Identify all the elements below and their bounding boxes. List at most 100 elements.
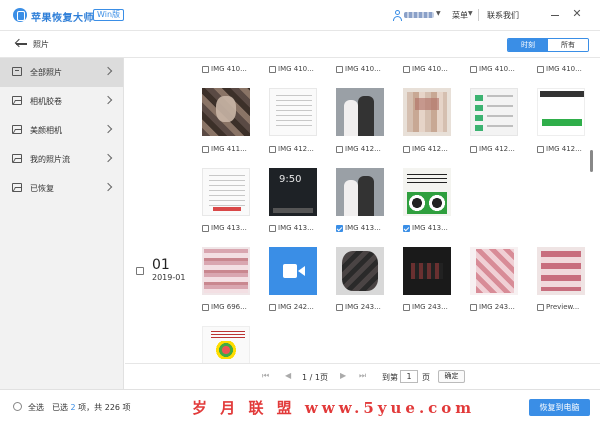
photo-thumbnail[interactable] bbox=[336, 88, 384, 136]
photo-item[interactable]: IMG 410... bbox=[336, 65, 381, 73]
photo-item[interactable]: IMG 412... bbox=[336, 145, 381, 153]
sidebar-item-recovered[interactable]: 已恢复 bbox=[0, 174, 123, 203]
first-page-icon[interactable]: ⏮ bbox=[262, 371, 269, 381]
photo-item[interactable]: IMG 242... bbox=[269, 303, 314, 311]
photo-checkbox[interactable] bbox=[470, 145, 477, 153]
photo-checkbox[interactable] bbox=[202, 65, 209, 73]
photo-item[interactable]: IMG 412... bbox=[470, 145, 515, 153]
photo-thumbnail[interactable] bbox=[470, 247, 518, 295]
photo-item[interactable]: IMG 413... bbox=[269, 224, 314, 232]
photo-item[interactable]: IMG 410... bbox=[403, 65, 448, 73]
photo-item[interactable]: IMG 243... bbox=[403, 303, 448, 311]
tab-all[interactable]: 所有 bbox=[548, 39, 588, 51]
photo-thumbnail[interactable] bbox=[202, 247, 250, 295]
menu-dropdown-icon[interactable]: ▼ bbox=[468, 10, 473, 17]
photo-thumbnail[interactable] bbox=[202, 88, 250, 136]
photo-filename: IMG 410... bbox=[211, 65, 247, 73]
photo-item[interactable]: IMG 413... bbox=[336, 224, 381, 232]
select-all-radio[interactable] bbox=[13, 402, 22, 411]
selection-suffix: 项，共 226 项 bbox=[75, 403, 131, 412]
photo-filename: IMG 410... bbox=[479, 65, 515, 73]
photo-item[interactable]: IMG 413... bbox=[403, 224, 448, 232]
page-number-input[interactable]: 1 bbox=[400, 370, 418, 383]
account-dropdown-icon[interactable]: ▼ bbox=[436, 10, 441, 17]
photo-item[interactable]: IMG 410... bbox=[537, 65, 582, 73]
photo-item[interactable]: IMG 413... bbox=[202, 224, 247, 232]
photo-filename: IMG 243... bbox=[479, 303, 515, 311]
photo-item[interactable]: IMG 243... bbox=[470, 303, 515, 311]
photo-checkbox-checked[interactable] bbox=[336, 224, 343, 232]
photo-checkbox[interactable] bbox=[202, 224, 209, 232]
image-icon bbox=[12, 154, 22, 163]
photo-thumbnail[interactable] bbox=[403, 247, 451, 295]
pagination: ⏮ ◀ 1 / 1页 ▶ ⏭ 到第 1 页 确定 bbox=[125, 363, 600, 389]
photo-checkbox[interactable] bbox=[537, 145, 544, 153]
photo-checkbox[interactable] bbox=[537, 303, 544, 311]
photo-thumbnail[interactable] bbox=[336, 168, 384, 216]
photo-item[interactable]: IMG 412... bbox=[269, 145, 314, 153]
photo-thumbnail[interactable] bbox=[202, 326, 250, 363]
photo-checkbox[interactable] bbox=[336, 65, 343, 73]
photo-item[interactable]: IMG 412... bbox=[537, 145, 582, 153]
photo-checkbox[interactable] bbox=[403, 145, 410, 153]
goto-confirm-button[interactable]: 确定 bbox=[438, 370, 465, 383]
photo-checkbox[interactable] bbox=[537, 65, 544, 73]
close-icon[interactable]: ✕ bbox=[571, 8, 583, 20]
prev-page-icon[interactable]: ◀ bbox=[285, 371, 291, 380]
sidebar-item-photo-stream[interactable]: 我的照片流 bbox=[0, 145, 123, 174]
photo-checkbox[interactable] bbox=[269, 65, 276, 73]
photo-thumbnail[interactable] bbox=[202, 168, 250, 216]
photo-checkbox[interactable] bbox=[202, 145, 209, 153]
tab-moments[interactable]: 时刻 bbox=[508, 39, 548, 51]
photo-thumbnail[interactable] bbox=[269, 168, 317, 216]
sub-header: 照片 时刻 所有 bbox=[0, 31, 600, 58]
date-group-checkbox[interactable] bbox=[136, 267, 144, 275]
recover-to-computer-button[interactable]: 恢复到电脑 bbox=[529, 399, 590, 416]
photo-thumbnail[interactable] bbox=[470, 88, 518, 136]
photo-thumbnail[interactable] bbox=[269, 88, 317, 136]
photo-checkbox[interactable] bbox=[470, 303, 477, 311]
photo-checkbox[interactable] bbox=[403, 303, 410, 311]
sidebar-item-camera-roll[interactable]: 相机胶卷 bbox=[0, 87, 123, 116]
photo-item[interactable]: IMG 410... bbox=[269, 65, 314, 73]
last-page-icon[interactable]: ⏭ bbox=[359, 371, 366, 381]
photo-checkbox[interactable] bbox=[470, 65, 477, 73]
photo-checkbox[interactable] bbox=[269, 303, 276, 311]
sidebar-item-beauty-camera[interactable]: 美颜相机 bbox=[0, 116, 123, 145]
minimize-icon[interactable] bbox=[549, 8, 561, 20]
image-icon bbox=[12, 183, 22, 192]
photo-item[interactable]: IMG 696... bbox=[202, 303, 247, 311]
photo-item[interactable]: IMG 243... bbox=[336, 303, 381, 311]
photo-checkbox[interactable] bbox=[403, 65, 410, 73]
photo-thumbnail[interactable] bbox=[403, 88, 451, 136]
back-arrow-icon[interactable] bbox=[14, 38, 27, 50]
photo-filename: IMG 410... bbox=[278, 65, 314, 73]
user-icon[interactable] bbox=[392, 10, 402, 21]
photo-checkbox[interactable] bbox=[269, 145, 276, 153]
scrollbar[interactable] bbox=[590, 150, 593, 172]
photo-checkbox-checked[interactable] bbox=[403, 224, 410, 232]
photo-item[interactable]: IMG 410... bbox=[470, 65, 515, 73]
sidebar-item-all-photos[interactable]: 全部照片 bbox=[0, 58, 123, 87]
app-title: 苹果恢复大师 bbox=[31, 13, 94, 24]
photo-item[interactable]: Preview... bbox=[537, 303, 579, 311]
photo-item[interactable]: IMG 411... bbox=[202, 145, 247, 153]
photo-item[interactable]: IMG 410... bbox=[202, 65, 247, 73]
photo-thumbnail[interactable] bbox=[537, 88, 585, 136]
photo-checkbox[interactable] bbox=[336, 145, 343, 153]
photo-item[interactable]: IMG 412... bbox=[403, 145, 448, 153]
photo-thumbnail[interactable] bbox=[336, 247, 384, 295]
next-page-icon[interactable]: ▶ bbox=[340, 371, 346, 380]
user-account-masked[interactable] bbox=[404, 12, 434, 18]
video-thumbnail[interactable] bbox=[269, 247, 317, 295]
contact-us-link[interactable]: 联系我们 bbox=[487, 10, 519, 21]
photo-thumbnail[interactable] bbox=[537, 247, 585, 295]
photo-checkbox[interactable] bbox=[336, 303, 343, 311]
select-all-label[interactable]: 全选 bbox=[28, 402, 44, 413]
menu-button[interactable]: 菜单 bbox=[452, 10, 468, 21]
photo-checkbox[interactable] bbox=[269, 224, 276, 232]
photo-checkbox[interactable] bbox=[202, 303, 209, 311]
photo-thumbnail[interactable] bbox=[403, 168, 451, 216]
app-logo-icon bbox=[13, 8, 27, 22]
photo-filename: IMG 413... bbox=[412, 224, 448, 232]
